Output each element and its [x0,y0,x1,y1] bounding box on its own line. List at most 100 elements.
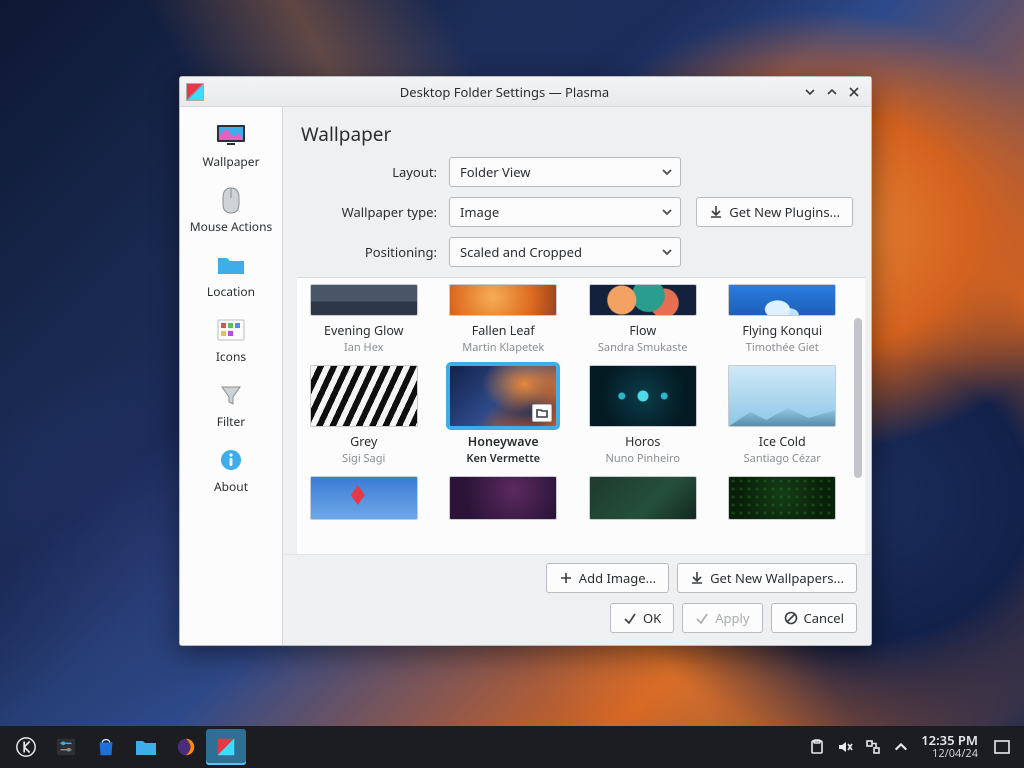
positioning-value: Scaled and Cropped [460,243,582,261]
sidebar-item-label: Icons [216,348,246,365]
folder-icon [134,737,158,757]
sidebar-item-location[interactable]: Location [180,245,282,310]
sidebar-item-label: Mouse Actions [190,218,272,235]
type-value: Image [460,203,499,221]
sidebar: Wallpaper Mouse Actions Location Icons [180,107,283,645]
wallpaper-item[interactable] [299,476,429,520]
wallpaper-item[interactable]: Ice Cold Santiago Cézar [718,365,848,472]
sidebar-item-icons[interactable]: Icons [180,310,282,375]
funnel-icon [215,381,247,409]
clock[interactable]: 12:35 PM 12/04/24 [913,733,986,761]
sidebar-item-label: Location [207,283,255,300]
task-system-settings[interactable] [46,729,86,765]
dialog-buttons: OK Apply Cancel [283,597,871,645]
settings-form: Layout: Folder View Wallpaper type: Imag… [283,155,871,277]
app-launcher-button[interactable] [6,729,46,765]
shopping-bag-icon [95,736,117,758]
open-containing-folder-button[interactable] [532,404,552,422]
wallpaper-item[interactable] [718,476,848,520]
positioning-label: Positioning: [301,243,441,261]
window-title: Desktop Folder Settings — Plasma [210,83,799,101]
mouse-icon [215,186,247,214]
wallpaper-item[interactable]: Horos Nuno Pinheiro [578,365,708,472]
wallpaper-thumb [449,365,557,427]
cancel-button[interactable]: Cancel [771,603,857,633]
wallpaper-thumb [728,365,836,427]
tray-expand-icon[interactable] [893,739,909,755]
wallpaper-thumb [728,476,836,520]
apply-button: Apply [682,603,762,633]
check-icon [623,611,637,625]
sliders-icon [55,736,77,758]
wallpaper-grid[interactable]: Evening Glow Ian Hex Fallen Leaf Martin … [297,278,851,554]
get-new-wallpapers-button[interactable]: Get New Wallpapers... [677,563,857,593]
firefox-icon [175,736,197,758]
wallpaper-item[interactable] [578,476,708,520]
sidebar-item-mouse-actions[interactable]: Mouse Actions [180,180,282,245]
page-title: Wallpaper [283,107,871,155]
sidebar-item-label: About [214,478,248,495]
wallpaper-author: Timothée Giet [746,340,819,355]
grid-icon [215,316,247,344]
task-dolphin[interactable] [126,729,166,765]
folder-icon [215,251,247,279]
wallpaper-thumb [589,476,697,520]
titlebar[interactable]: Desktop Folder Settings — Plasma [180,77,871,107]
system-tray [805,739,913,755]
wallpaper-thumb [449,284,557,316]
clipboard-icon[interactable] [809,739,825,755]
cancel-label: Cancel [804,609,844,627]
ok-button[interactable]: OK [610,603,674,633]
wallpaper-author: Sigi Sagi [342,451,385,466]
get-wallpapers-label: Get New Wallpapers... [710,569,844,587]
task-firefox[interactable] [166,729,206,765]
close-button[interactable] [843,81,865,103]
layout-label: Layout: [301,163,441,181]
add-image-button[interactable]: Add Image... [546,563,669,593]
wallpaper-item[interactable]: Flying Konqui Timothée Giet [718,284,848,361]
layout-combo[interactable]: Folder View [449,157,681,187]
wallpaper-item[interactable]: Evening Glow Ian Hex [299,284,429,361]
wallpaper-name: Flow [629,322,656,339]
download-icon [709,205,723,219]
wallpaper-item[interactable]: Flow Sandra Smukaste [578,284,708,361]
positioning-combo[interactable]: Scaled and Cropped [449,237,681,267]
wallpaper-item[interactable]: Fallen Leaf Martin Klapetek [439,284,569,361]
volume-muted-icon[interactable] [837,739,853,755]
cancel-icon [784,611,798,625]
network-icon[interactable] [865,739,881,755]
task-desktop-settings[interactable] [206,729,246,765]
app-icon [186,83,204,101]
wallpaper-type-combo[interactable]: Image [449,197,681,227]
sidebar-item-about[interactable]: About [180,440,282,505]
minimize-button[interactable] [799,81,821,103]
wallpaper-name: Fallen Leaf [472,322,535,339]
sidebar-item-label: Wallpaper [202,153,259,170]
sidebar-item-wallpaper[interactable]: Wallpaper [180,115,282,180]
wallpaper-thumb [310,284,418,316]
wallpaper-name: Grey [350,433,377,450]
get-plugins-label: Get New Plugins... [729,203,840,221]
wallpaper-item-selected[interactable]: Honeywave Ken Vermette [439,365,569,472]
kde-logo-icon [15,736,37,758]
show-desktop-button[interactable] [986,729,1018,765]
wallpaper-thumb [310,476,418,520]
wallpaper-thumb [589,284,697,316]
wallpaper-grid-wrap: Evening Glow Ian Hex Fallen Leaf Martin … [297,277,865,554]
wallpaper-name: Horos [625,433,660,450]
wallpaper-item[interactable]: Grey Sigi Sagi [299,365,429,472]
wallpaper-thumb [449,476,557,520]
get-new-plugins-button[interactable]: Get New Plugins... [696,197,853,227]
scrollbar-thumb[interactable] [854,318,862,478]
monitor-icon [215,121,247,149]
scrollbar[interactable] [851,278,865,554]
maximize-button[interactable] [821,81,843,103]
wallpaper-thumb [589,365,697,427]
sidebar-item-filter[interactable]: Filter [180,375,282,440]
wallpaper-name: Ice Cold [759,433,806,450]
info-icon [215,446,247,474]
chevron-down-icon [662,167,672,177]
add-image-label: Add Image... [579,569,656,587]
wallpaper-item[interactable] [439,476,569,520]
task-discover[interactable] [86,729,126,765]
